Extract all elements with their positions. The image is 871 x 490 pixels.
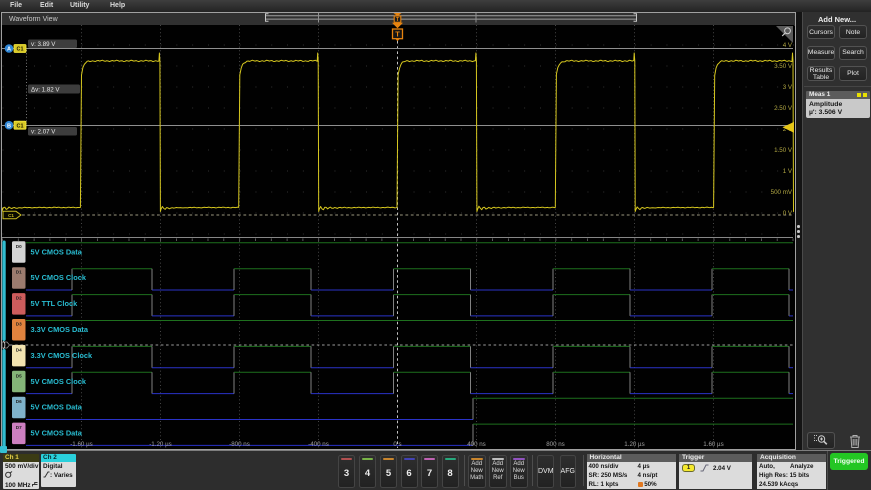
svg-text:5V CMOS Data: 5V CMOS Data xyxy=(31,247,83,256)
svg-text:400 ns: 400 ns xyxy=(467,441,486,448)
svg-text:D7: D7 xyxy=(16,425,22,430)
svg-text:v: 3.89 V: v: 3.89 V xyxy=(31,41,56,48)
svg-text:D3: D3 xyxy=(16,322,22,327)
svg-text:D6: D6 xyxy=(16,399,22,404)
svg-text:5V CMOS Data: 5V CMOS Data xyxy=(31,403,83,412)
svg-text:0 s: 0 s xyxy=(393,441,401,448)
svg-text:0 V: 0 V xyxy=(783,210,793,217)
svg-text:D0: D0 xyxy=(16,244,22,249)
svg-text:T: T xyxy=(395,29,400,38)
svg-text:C1: C1 xyxy=(8,213,14,218)
svg-text:3 V: 3 V xyxy=(783,84,793,91)
svg-text:5V CMOS Data: 5V CMOS Data xyxy=(31,429,83,438)
svg-text:1.60 µs: 1.60 µs xyxy=(703,441,723,448)
svg-text:D1: D1 xyxy=(16,270,22,275)
svg-text:-1.20 µs: -1.20 µs xyxy=(149,441,171,448)
svg-text:5V CMOS Clock: 5V CMOS Clock xyxy=(31,377,87,386)
svg-text:3.50 V: 3.50 V xyxy=(774,63,793,70)
svg-text:3.3V CMOS Data: 3.3V CMOS Data xyxy=(31,325,89,334)
svg-text:4 V: 4 V xyxy=(783,42,793,49)
svg-text:Δv: 1.82 V: Δv: 1.82 V xyxy=(31,86,60,93)
svg-text:-1.60 µs: -1.60 µs xyxy=(70,441,92,448)
svg-text:C1: C1 xyxy=(17,47,24,53)
svg-text:A: A xyxy=(7,47,11,53)
svg-text:v: 2.07 V: v: 2.07 V xyxy=(31,129,56,136)
svg-text:-800 ns: -800 ns xyxy=(229,441,250,448)
svg-text:D4: D4 xyxy=(16,347,22,352)
svg-text:1.20 µs: 1.20 µs xyxy=(624,441,644,448)
svg-text:2.50 V: 2.50 V xyxy=(774,105,793,112)
svg-text:B: B xyxy=(7,123,11,129)
svg-text:5V TTL Clock: 5V TTL Clock xyxy=(31,299,79,308)
svg-text:3.3V CMOS Clock: 3.3V CMOS Clock xyxy=(31,351,93,360)
svg-text:800 ns: 800 ns xyxy=(546,441,565,448)
svg-text:5V CMOS Clock: 5V CMOS Clock xyxy=(31,273,87,282)
svg-text:D2: D2 xyxy=(16,296,22,301)
svg-text:D5: D5 xyxy=(16,373,22,378)
svg-text:500 mV: 500 mV xyxy=(771,189,793,196)
svg-text:1.50 V: 1.50 V xyxy=(774,147,793,154)
svg-text:1 V: 1 V xyxy=(783,168,793,175)
svg-text:-400 ns: -400 ns xyxy=(308,441,329,448)
svg-text:C1: C1 xyxy=(17,123,24,129)
